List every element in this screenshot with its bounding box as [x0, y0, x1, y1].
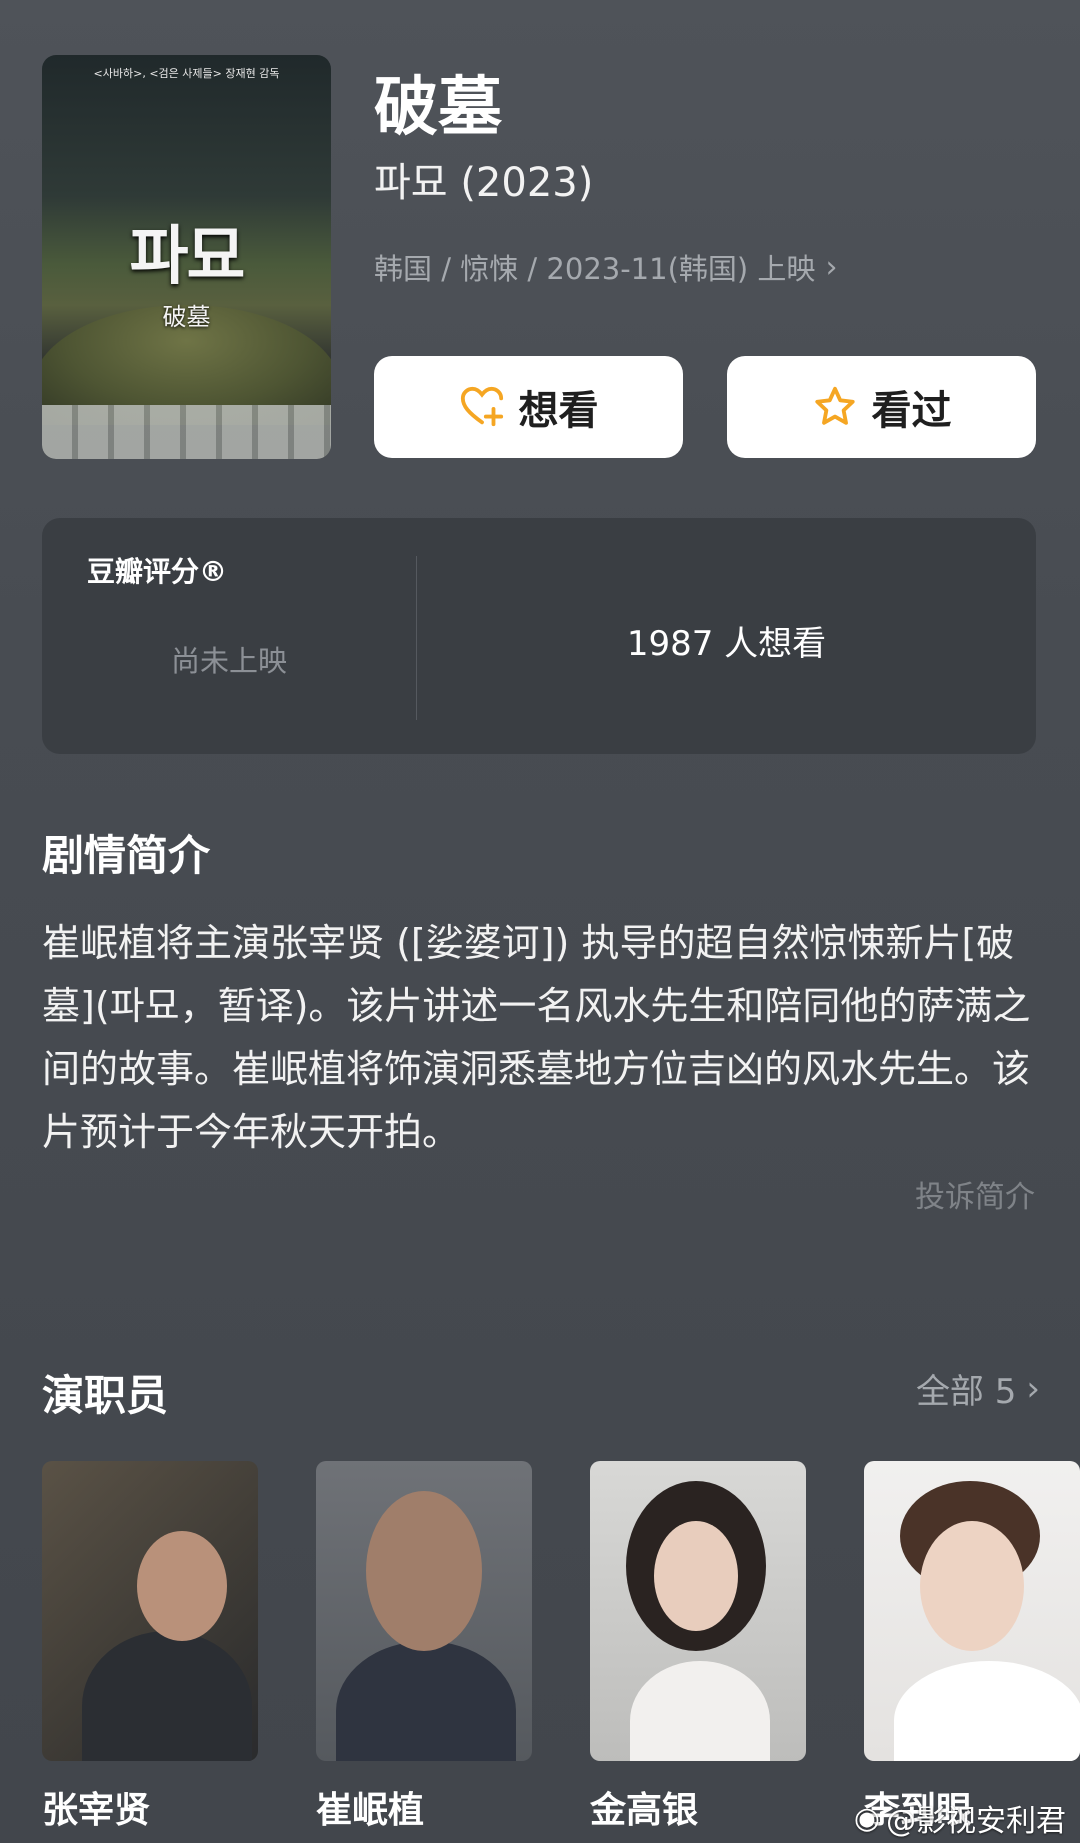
douban-rating-label: 豆瓣评分®	[87, 555, 228, 588]
movie-meta-link[interactable]: 韩国 / 惊悚 / 2023-11(韩国) 上映 ›	[374, 246, 837, 288]
movie-meta-text: 韩国 / 惊悚 / 2023-11(韩国) 上映	[374, 252, 816, 286]
rating-card: 豆瓣评分® 尚未上映 1987 人想看	[42, 518, 1036, 754]
cast-name: 金高银	[590, 1790, 699, 1831]
cast-heading: 演职员	[42, 1371, 169, 1420]
cast-card[interactable]: 张宰贤	[42, 1461, 258, 1833]
cast-photo	[42, 1461, 258, 1761]
chevron-right-icon: ›	[825, 249, 838, 285]
cast-card[interactable]: 崔岷植	[316, 1461, 532, 1833]
chevron-right-icon: ›	[1026, 1368, 1040, 1409]
cast-all-label: 全部 5	[915, 1372, 1017, 1412]
star-icon	[814, 386, 855, 425]
cast-name: 崔岷植	[316, 1790, 425, 1831]
movie-original-title: 파묘 (2023)	[374, 160, 594, 206]
poster-title-korean: 파묘	[129, 220, 246, 294]
cast-card[interactable]: 李到眼	[864, 1461, 1080, 1833]
synopsis-text: 崔岷植将主演张宰贤 ([娑婆诃]) 执导的超自然惊悚新片[破墓](파묘，暂译)。…	[42, 921, 1031, 1154]
cast-photo	[316, 1461, 532, 1761]
want-to-watch-label: 想看	[518, 388, 599, 434]
cast-photo	[590, 1461, 806, 1761]
watermark-text: @影视安利君	[886, 1804, 1066, 1839]
poster-stone-wall	[42, 405, 331, 459]
synopsis-heading: 剧情简介	[42, 831, 211, 880]
want-to-watch-button[interactable]: 想看	[374, 356, 683, 458]
watched-button[interactable]: 看过	[727, 356, 1036, 458]
cast-photo	[864, 1461, 1080, 1761]
report-synopsis-link[interactable]: 投诉简介	[915, 1172, 1035, 1216]
weibo-watermark: ◉ @影视安利君	[854, 1796, 1066, 1840]
wish-count: 1987 人想看	[626, 624, 827, 664]
watched-label: 看过	[871, 388, 952, 434]
rating-status: 尚未上映	[170, 644, 287, 678]
poster-title-chinese: 破墓	[162, 303, 211, 331]
cast-all-link[interactable]: 全部 5 ›	[916, 1364, 1040, 1413]
movie-poster[interactable]: <사바하>, <검은 사제들> 장재현 감독 파묘 破墓	[42, 55, 331, 459]
movie-title: 破墓	[374, 71, 502, 145]
weibo-icon: ◉	[853, 1800, 880, 1836]
poster-credit: <사바하>, <검은 사제들> 장재현 감독	[93, 67, 280, 80]
cast-card[interactable]: 金高银	[590, 1461, 806, 1833]
heart-plus-icon	[460, 386, 503, 427]
cast-name: 张宰贤	[42, 1790, 151, 1831]
